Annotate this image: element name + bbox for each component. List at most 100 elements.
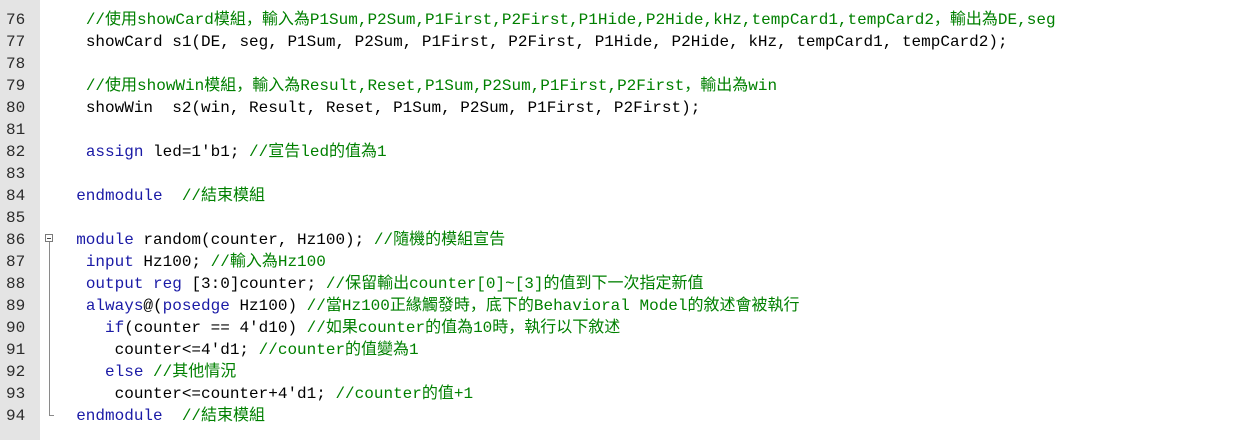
code-text: else //其他情況: [57, 361, 236, 383]
comment-token: //當Hz100正緣觸發時，底下的Behavioral Model的敘述會被執行: [306, 297, 800, 315]
code-line[interactable]: 86 module random(counter, Hz100); //隨機的模…: [0, 229, 1239, 251]
comment-token: //隨機的模組宣告: [373, 231, 506, 249]
code-text: assign led=1'b1; //宣告led的值為1: [57, 141, 387, 163]
code-line[interactable]: 88 output reg [3:0]counter; //保留輸出counte…: [0, 273, 1239, 295]
line-number: 84: [6, 187, 26, 205]
code-editor[interactable]: 76 //使用showCard模組，輸入為P1Sum,P2Sum,P1First…: [0, 0, 1239, 440]
line-number: 85: [6, 209, 26, 227]
line-number: 82: [6, 143, 26, 161]
code-text: //使用showWin模組，輸入為Result,Reset,P1Sum,P2Su…: [57, 75, 777, 97]
code-line[interactable]: 93 counter<=counter+4'd1; //counter的值+1: [0, 383, 1239, 405]
comment-token: //宣告led的值為1: [249, 143, 387, 161]
line-number: 81: [6, 121, 26, 139]
code-text: //使用showCard模組，輸入為P1Sum,P2Sum,P1First,P2…: [57, 9, 1056, 31]
code-line[interactable]: 78: [0, 53, 1239, 75]
line-number: 90: [6, 319, 26, 337]
code-token: Hz100): [229, 297, 307, 315]
comment-token: //如果counter的值為10時，執行以下敘述: [306, 319, 621, 337]
code-line[interactable]: 87 input Hz100; //輸入為Hz100: [0, 251, 1239, 273]
code-line[interactable]: 76 //使用showCard模組，輸入為P1Sum,P2Sum,P1First…: [0, 9, 1239, 31]
code-token: showWin s2(win, Result, Reset, P1Sum, P2…: [85, 99, 701, 117]
code-text: module random(counter, Hz100); //隨機的模組宣告: [57, 229, 505, 251]
code-text: showCard s1(DE, seg, P1Sum, P2Sum, P1Fir…: [57, 31, 1008, 53]
code-text: input Hz100; //輸入為Hz100: [57, 251, 326, 273]
keyword-token: assign: [85, 143, 144, 161]
code-text: endmodule //結束模組: [57, 405, 265, 427]
comment-token: //結束模組: [181, 407, 266, 425]
comment-token: //結束模組: [181, 187, 266, 205]
code-token: counter<=counter+4'd1;: [114, 385, 336, 403]
code-line[interactable]: 91 counter<=4'd1; //counter的值變為1: [0, 339, 1239, 361]
comment-token: //counter的值變為1: [258, 341, 419, 359]
line-number: 83: [6, 165, 26, 183]
comment-token: //其他情況: [153, 363, 237, 381]
code-lines: 76 //使用showCard模組，輸入為P1Sum,P2Sum,P1First…: [0, 9, 1239, 427]
line-number: 93: [6, 385, 26, 403]
keyword-token: output: [85, 275, 144, 293]
code-token: random(counter, Hz100);: [133, 231, 374, 249]
line-number: 89: [6, 297, 26, 315]
code-token: counter<=4'd1;: [114, 341, 259, 359]
comment-token: //使用showWin模組，輸入為Result,Reset,P1Sum,P2Su…: [85, 77, 778, 95]
code-token: [3:0]counter;: [181, 275, 326, 293]
code-line[interactable]: 77 showCard s1(DE, seg, P1Sum, P2Sum, P1…: [0, 31, 1239, 53]
code-token: Hz100;: [133, 253, 211, 271]
keyword-token: module: [76, 231, 134, 249]
keyword-token: always: [85, 297, 144, 315]
comment-token: //輸入為Hz100: [210, 253, 326, 271]
keyword-token: endmodule: [76, 187, 163, 205]
code-line[interactable]: 84 endmodule //結束模組: [0, 185, 1239, 207]
code-line[interactable]: 81: [0, 119, 1239, 141]
comment-token: //counter的值+1: [335, 385, 474, 403]
code-text: counter<=4'd1; //counter的值變為1: [57, 339, 419, 361]
code-token: showCard s1(DE, seg, P1Sum, P2Sum, P1Fir…: [85, 33, 1008, 51]
keyword-token: if: [105, 319, 125, 337]
code-text: counter<=counter+4'd1; //counter的值+1: [57, 383, 473, 405]
line-number: 94: [6, 407, 26, 425]
code-text: showWin s2(win, Result, Reset, P1Sum, P2…: [57, 97, 701, 119]
code-line[interactable]: 83: [0, 163, 1239, 185]
line-number: 78: [6, 55, 26, 73]
keyword-token: input: [85, 253, 134, 271]
keyword-token: endmodule: [76, 407, 163, 425]
code-line[interactable]: 92 else //其他情況: [0, 361, 1239, 383]
code-line[interactable]: 79 //使用showWin模組，輸入為Result,Reset,P1Sum,P…: [0, 75, 1239, 97]
keyword-token: reg: [153, 275, 182, 293]
code-line[interactable]: 85: [0, 207, 1239, 229]
comment-token: //保留輸出counter[0]~[3]的值到下一次指定新值: [325, 275, 704, 293]
code-line[interactable]: 90 if(counter == 4'd10) //如果counter的值為10…: [0, 317, 1239, 339]
code-line[interactable]: 82 assign led=1'b1; //宣告led的值為1: [0, 141, 1239, 163]
code-text: endmodule //結束模組: [57, 185, 265, 207]
code-line[interactable]: 89 always@(posedge Hz100) //當Hz100正緣觸發時，…: [0, 295, 1239, 317]
line-number: 77: [6, 33, 26, 51]
code-text: output reg [3:0]counter; //保留輸出counter[0…: [57, 273, 704, 295]
code-text: always@(posedge Hz100) //當Hz100正緣觸發時，底下的…: [57, 295, 800, 317]
keyword-token: else: [105, 363, 144, 381]
line-number: 76: [6, 11, 26, 29]
line-number: 80: [6, 99, 26, 117]
line-number: 88: [6, 275, 26, 293]
line-number: 92: [6, 363, 26, 381]
code-text: if(counter == 4'd10) //如果counter的值為10時，執…: [57, 317, 620, 339]
line-number: 91: [6, 341, 26, 359]
line-number: 87: [6, 253, 26, 271]
code-token: @(: [143, 297, 163, 315]
code-line[interactable]: 80 showWin s2(win, Result, Reset, P1Sum,…: [0, 97, 1239, 119]
code-line[interactable]: 94 endmodule //結束模組: [0, 405, 1239, 427]
